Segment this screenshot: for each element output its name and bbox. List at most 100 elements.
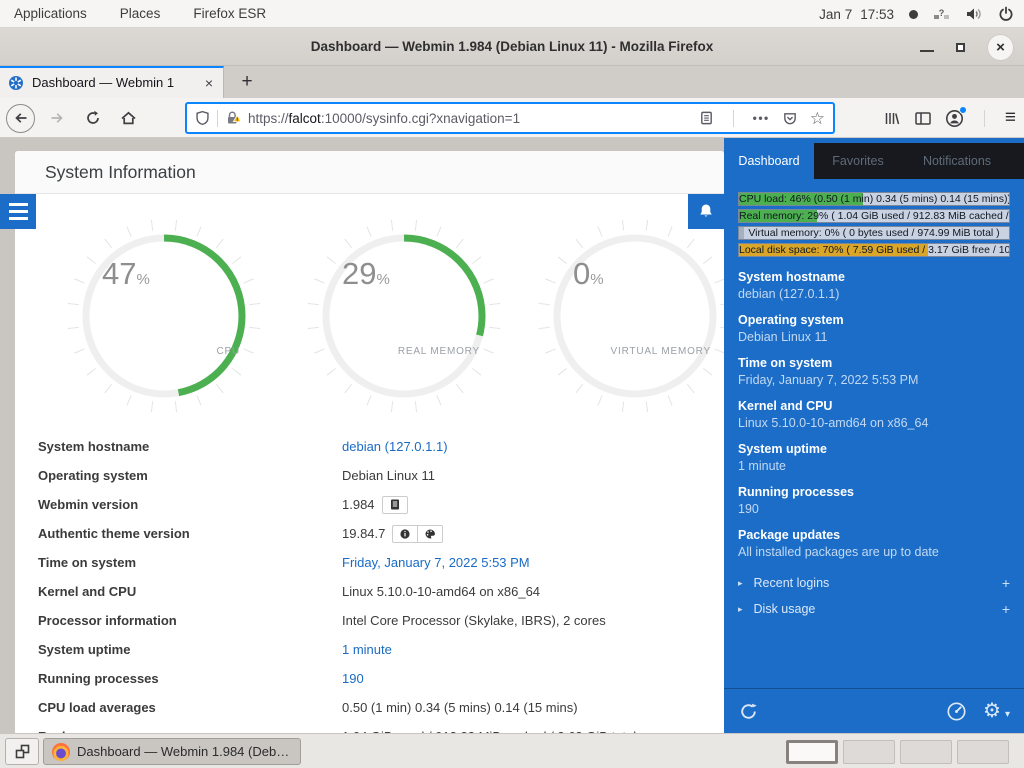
clock[interactable]: Jan 717:53 bbox=[819, 7, 894, 22]
row-label: CPU load averages bbox=[15, 700, 342, 715]
real-memory-meter: Real memory: 29% ( 1.04 GiB used / 912.8… bbox=[738, 209, 1010, 223]
row-value: Debian Linux 11 bbox=[342, 468, 435, 483]
row-value: 19.84.7 bbox=[342, 525, 443, 543]
table-row: Time on system Friday, January 7, 2022 5… bbox=[15, 548, 724, 577]
window-titlebar[interactable]: Dashboard — Webmin 1.984 (Debian Linux 1… bbox=[0, 28, 1024, 66]
svg-text:?: ? bbox=[939, 8, 945, 18]
window-switcher-button[interactable] bbox=[5, 738, 39, 765]
theme-options-button[interactable] bbox=[417, 525, 443, 543]
row-label: Operating system bbox=[15, 468, 342, 483]
row-value: 1.984 bbox=[342, 496, 408, 514]
reload-button[interactable] bbox=[78, 104, 107, 133]
real-memory-gauge: 29% REAL MEMORY bbox=[304, 216, 504, 416]
account-icon[interactable] bbox=[945, 109, 964, 128]
pocket-icon[interactable] bbox=[782, 111, 798, 126]
maximize-button[interactable] bbox=[956, 43, 965, 52]
applications-menu[interactable]: Applications bbox=[14, 6, 87, 21]
network-status-icon[interactable]: ? bbox=[933, 6, 950, 22]
taskbar-window-button[interactable]: Dashboard — Webmin 1.984 (Deb… bbox=[43, 738, 301, 765]
sidebar-footer: ⚙▾ bbox=[724, 688, 1024, 733]
table-row: Real memory 1.04 GiB used / 912.83 MiB c… bbox=[15, 722, 724, 733]
uptime-link[interactable]: 1 minute bbox=[342, 642, 392, 657]
taskbar: Dashboard — Webmin 1.984 (Deb… bbox=[0, 733, 1024, 768]
recent-logins-section[interactable]: ▸ Recent logins + bbox=[724, 570, 1024, 596]
running-processes-link[interactable]: 190 bbox=[342, 671, 364, 686]
close-window-button[interactable]: × bbox=[987, 34, 1014, 61]
theme-info-button[interactable] bbox=[392, 525, 418, 543]
chevron-right-icon: ▸ bbox=[738, 604, 743, 615]
webmin-menu-toggle-button[interactable] bbox=[0, 194, 36, 229]
table-row: CPU load averages 0.50 (1 min) 0.34 (5 m… bbox=[15, 693, 724, 722]
refresh-button[interactable] bbox=[738, 701, 759, 722]
table-row: Operating system Debian Linux 11 bbox=[15, 461, 724, 490]
sidebar-info-list: System hostname debian (127.0.1.1) Opera… bbox=[724, 269, 1024, 561]
webmin-changelog-button[interactable] bbox=[382, 496, 408, 514]
list-item: Package updates All installed packages a… bbox=[738, 527, 1010, 561]
notifications-bell-button[interactable] bbox=[688, 194, 724, 229]
tab-notifications[interactable]: Notifications bbox=[902, 143, 1012, 179]
tab-close-icon[interactable]: × bbox=[203, 75, 215, 91]
expand-plus-icon[interactable]: + bbox=[1002, 601, 1010, 617]
virtual-memory-meter: Virtual memory: 0% ( 0 bytes used / 974.… bbox=[738, 226, 1010, 240]
row-label: Time on system bbox=[15, 555, 342, 570]
tab-dashboard[interactable]: Dashboard bbox=[724, 143, 814, 179]
tracking-shield-icon[interactable] bbox=[195, 110, 210, 126]
row-label: Webmin version bbox=[15, 497, 342, 512]
window-title: Dashboard — Webmin 1.984 (Debian Linux 1… bbox=[0, 28, 1024, 65]
firefox-esr-menu[interactable]: Firefox ESR bbox=[193, 6, 266, 21]
table-row: Processor information Intel Core Process… bbox=[15, 606, 724, 635]
row-value: Intel Core Processor (Skylake, IBRS), 2 … bbox=[342, 613, 606, 628]
url-text[interactable]: https://falcot:10000/sysinfo.cgi?xnaviga… bbox=[248, 111, 699, 126]
list-item: System hostname debian (127.0.1.1) bbox=[738, 269, 1010, 303]
home-button[interactable] bbox=[114, 104, 143, 133]
bookmark-star-icon[interactable]: ☆ bbox=[810, 110, 825, 127]
reader-view-icon[interactable] bbox=[699, 110, 714, 126]
power-icon[interactable] bbox=[998, 6, 1014, 22]
row-label: System hostname bbox=[15, 439, 342, 454]
url-bar[interactable]: https://falcot:10000/sysinfo.cgi?xnaviga… bbox=[185, 102, 835, 134]
tab-dashboard-webmin[interactable]: Dashboard — Webmin 1 × bbox=[0, 66, 224, 98]
system-monitor-button[interactable] bbox=[946, 701, 967, 722]
gauge-label: REAL MEMORY bbox=[398, 346, 480, 357]
screen: Applications Places Firefox ESR Jan 717:… bbox=[0, 0, 1024, 768]
system-time-link[interactable]: Friday, January 7, 2022 5:53 PM bbox=[342, 555, 530, 570]
book-icon bbox=[390, 499, 400, 510]
gauge-value: 47% bbox=[102, 256, 150, 292]
page-actions-icon[interactable]: ••• bbox=[753, 111, 770, 125]
new-tab-button[interactable]: + bbox=[232, 68, 262, 96]
back-button[interactable] bbox=[6, 104, 35, 133]
gauge-value: 29% bbox=[342, 256, 390, 292]
workspace-3[interactable] bbox=[900, 740, 952, 764]
row-label: System uptime bbox=[15, 642, 342, 657]
settings-button[interactable]: ⚙▾ bbox=[983, 701, 1010, 722]
workspace-4[interactable] bbox=[957, 740, 1009, 764]
gear-icon: ⚙ bbox=[983, 700, 1001, 722]
account-notification-dot bbox=[959, 106, 967, 114]
table-row: Running processes 190 bbox=[15, 664, 724, 693]
palette-icon bbox=[425, 529, 436, 539]
minimize-button[interactable] bbox=[920, 50, 934, 52]
sidebars-icon[interactable] bbox=[914, 110, 932, 127]
places-menu[interactable]: Places bbox=[120, 6, 161, 21]
chevron-down-icon: ▾ bbox=[1005, 709, 1010, 720]
app-menu-icon[interactable]: ≡ bbox=[1005, 107, 1016, 129]
list-item: Operating system Debian Linux 11 bbox=[738, 312, 1010, 346]
tab-favorites[interactable]: Favorites bbox=[814, 143, 902, 179]
webmin-favicon bbox=[8, 75, 24, 91]
disk-usage-section[interactable]: ▸ Disk usage + bbox=[724, 596, 1024, 622]
volume-icon[interactable] bbox=[965, 6, 983, 22]
sidebar-tabs: Dashboard Favorites Notifications bbox=[724, 143, 1024, 179]
list-item: Time on system Friday, January 7, 2022 5… bbox=[738, 355, 1010, 389]
lock-warning-icon[interactable] bbox=[225, 110, 242, 126]
tab-bar: Dashboard — Webmin 1 × + bbox=[0, 66, 1024, 98]
workspace-2[interactable] bbox=[843, 740, 895, 764]
expand-plus-icon[interactable]: + bbox=[1002, 575, 1010, 591]
system-info-table: System hostname debian (127.0.1.1) Opera… bbox=[15, 432, 724, 733]
library-icon[interactable] bbox=[883, 110, 901, 127]
refresh-icon bbox=[738, 701, 759, 722]
gauge-icon bbox=[946, 701, 967, 722]
hostname-link[interactable]: debian (127.0.1.1) bbox=[342, 439, 448, 454]
workspace-1[interactable] bbox=[786, 740, 838, 764]
row-label: Running processes bbox=[15, 671, 342, 686]
forward-button[interactable] bbox=[42, 104, 71, 133]
